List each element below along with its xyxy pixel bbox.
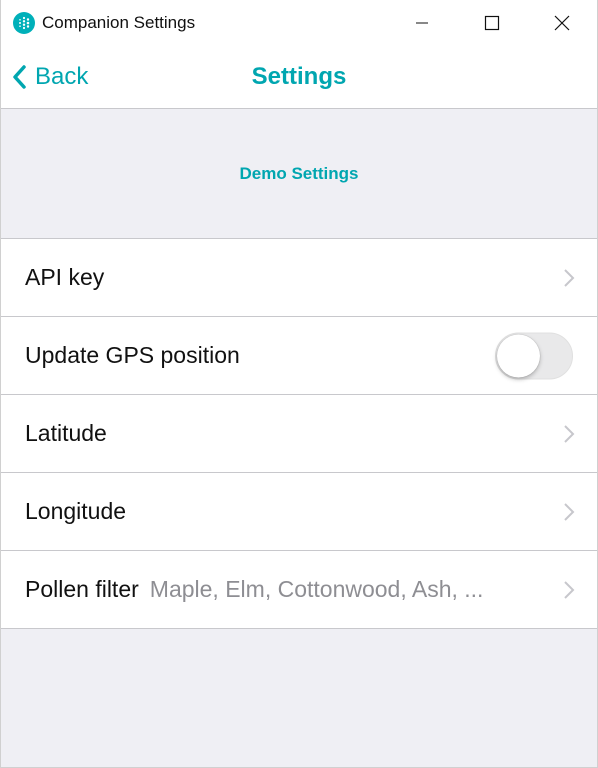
settings-row-pollen-filter[interactable]: Pollen filter Maple, Elm, Cottonwood, As…	[1, 551, 597, 629]
window-titlebar: Companion Settings	[1, 0, 597, 46]
fitbit-app-icon	[13, 12, 35, 34]
settings-row-latitude[interactable]: Latitude	[1, 395, 597, 473]
chevron-right-icon	[563, 580, 575, 600]
row-label: Update GPS position	[25, 342, 240, 368]
close-icon	[554, 15, 570, 31]
toggle-knob	[497, 334, 540, 377]
back-button[interactable]: Back	[11, 46, 88, 108]
update-gps-toggle[interactable]	[495, 332, 573, 379]
row-label: Pollen filter	[25, 576, 139, 602]
settings-row-update-gps: Update GPS position	[1, 317, 597, 395]
settings-list: API key Update GPS position Latitude Lon	[1, 238, 597, 629]
minimize-icon	[416, 22, 428, 24]
settings-row-longitude[interactable]: Longitude	[1, 473, 597, 551]
companion-settings-window: Companion Settings Back Settings Demo Se…	[0, 0, 598, 768]
row-value: Maple, Elm, Cottonwood, Ash, ...	[149, 576, 484, 602]
chevron-left-icon	[13, 65, 26, 89]
section-title: Demo Settings	[239, 163, 359, 183]
maximize-button[interactable]	[457, 0, 527, 46]
row-label: API key	[25, 264, 105, 290]
chevron-right-icon	[563, 424, 575, 444]
page-title: Settings	[251, 63, 347, 90]
row-label: Longitude	[25, 498, 127, 524]
section-header: Demo Settings	[1, 109, 597, 238]
navigation-bar: Back Settings	[1, 46, 597, 109]
maximize-icon	[484, 15, 500, 31]
window-controls	[387, 0, 597, 46]
settings-row-api-key[interactable]: API key	[1, 239, 597, 317]
minimize-button[interactable]	[387, 0, 457, 46]
chevron-right-icon	[563, 268, 575, 288]
window-title: Companion Settings	[42, 13, 196, 32]
chevron-right-icon	[563, 502, 575, 522]
row-label: Latitude	[25, 420, 107, 446]
close-button[interactable]	[527, 0, 597, 46]
back-button-label: Back	[35, 63, 89, 90]
